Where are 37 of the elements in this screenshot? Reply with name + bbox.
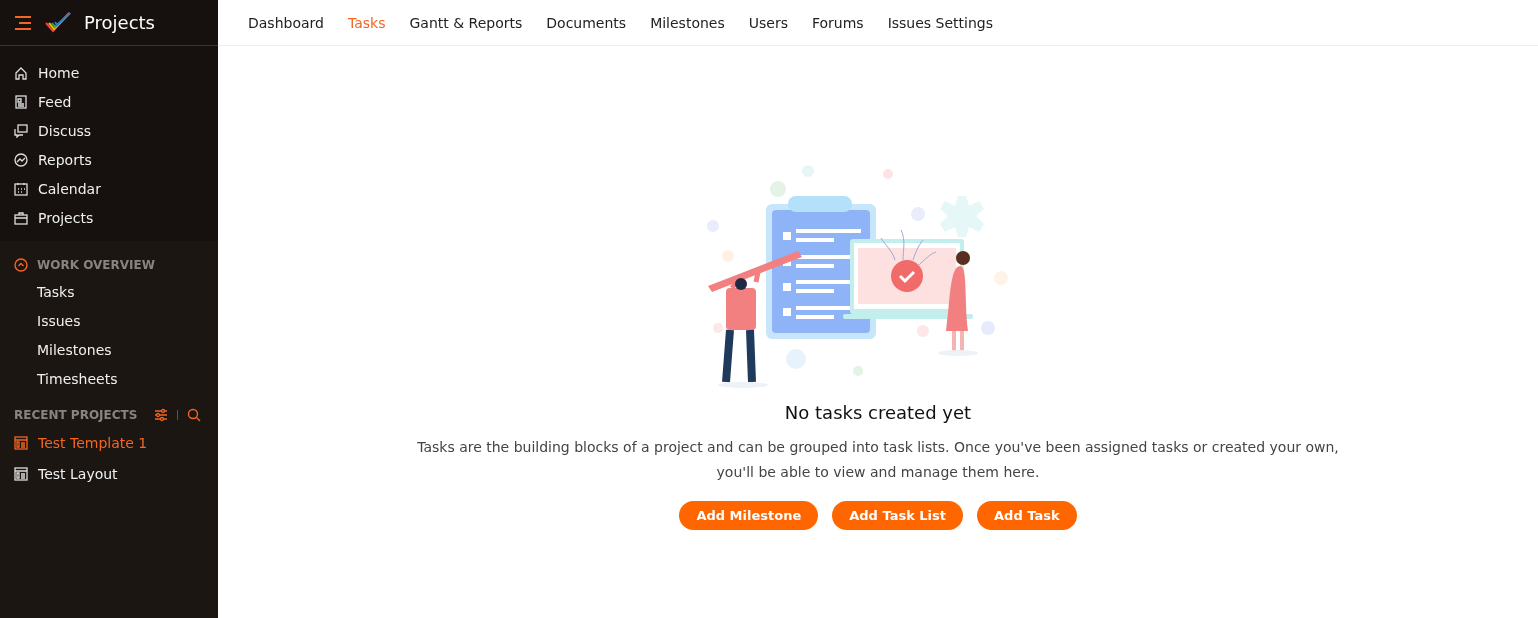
nav-item[interactable]: Projects — [0, 203, 218, 232]
project-icon — [14, 435, 28, 450]
nav-item[interactable]: Reports — [0, 145, 218, 174]
nav-item[interactable]: Discuss — [0, 116, 218, 145]
empty-state-message: Tasks are the building blocks of a project and can be grouped into task lists. Once you've been assigned tasks or created your own, you'll be able to view and manage them here. — [416, 438, 1340, 482]
calendar-icon — [14, 181, 28, 196]
project-item[interactable]: Test Layout — [0, 458, 218, 489]
tab[interactable]: Gantt & Reports — [397, 14, 535, 31]
project-item[interactable]: Test Template 1 — [0, 427, 218, 458]
nav-item[interactable]: Home — [0, 58, 218, 87]
chart-circle-icon — [14, 152, 28, 167]
section-title: RECENT PROJECTS — [14, 408, 138, 422]
project-icon — [14, 466, 28, 481]
briefcase-icon — [14, 210, 28, 225]
tab[interactable]: Users — [736, 14, 800, 31]
home-icon — [14, 65, 28, 80]
nav-item[interactable]: Tasks — [0, 277, 218, 306]
tab[interactable]: Dashboard — [236, 14, 336, 31]
tab[interactable]: Documents — [534, 14, 639, 31]
tab[interactable]: Milestones — [638, 14, 737, 31]
newspaper-icon — [14, 94, 28, 109]
app-title: Projects — [84, 12, 155, 33]
filter-sliders-icon[interactable] — [154, 408, 169, 422]
menu-icon[interactable] — [14, 15, 32, 30]
tab[interactable]: Issues Settings — [875, 14, 1005, 31]
checkmark-logo-icon — [44, 10, 72, 35]
nav-item[interactable]: Timesheets — [0, 364, 218, 393]
nav-item[interactable]: Calendar — [0, 174, 218, 203]
chat-icon — [14, 123, 28, 138]
nav-item[interactable]: Milestones — [0, 335, 218, 364]
collapse-icon[interactable] — [14, 258, 28, 272]
nav-item[interactable]: Feed — [0, 87, 218, 116]
tab[interactable]: Forums — [799, 14, 876, 31]
search-icon[interactable] — [187, 408, 202, 422]
section-title: WORK OVERVIEW — [37, 258, 155, 272]
nav-item[interactable]: Issues — [0, 306, 218, 335]
empty-state-title: No tasks created yet — [784, 402, 972, 423]
